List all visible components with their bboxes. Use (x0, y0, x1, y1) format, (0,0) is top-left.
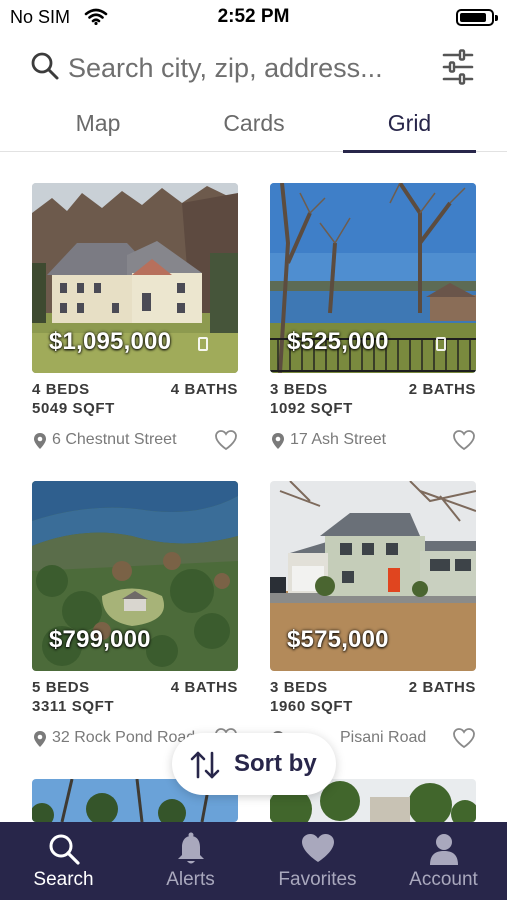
listing-address: Pisani Road (340, 729, 427, 746)
listing-beds: 4 BEDS (32, 381, 90, 398)
nav-account[interactable]: Account (380, 822, 507, 900)
listing-photo[interactable]: $575,000 (270, 481, 476, 671)
favorite-heart-icon[interactable] (452, 429, 476, 456)
listing-specs: 5 BEDS 4 BATHS 3311 SQFT (32, 679, 238, 721)
listing-address: 6 Chestnut Street (52, 431, 177, 448)
status-bar: No SIM 2:52 PM (0, 0, 507, 34)
location-pin-icon (33, 730, 47, 753)
battery-icon (456, 9, 498, 26)
search-bar (30, 45, 480, 91)
nav-search[interactable]: Search (0, 822, 127, 900)
listing-beds: 3 BEDS (270, 679, 328, 696)
tab-cards[interactable]: Cards (186, 110, 322, 152)
tab-grid[interactable]: Grid (343, 110, 476, 153)
heart-icon (301, 834, 334, 862)
sort-button[interactable]: Sort by (172, 733, 336, 795)
listing-baths: 2 BATHS (408, 679, 476, 696)
nav-account-label: Account (409, 869, 478, 890)
listing-beds: 5 BEDS (32, 679, 90, 696)
listing-address-row: 6 Chestnut Street (32, 429, 238, 455)
nav-favorites-label: Favorites (278, 869, 357, 890)
location-pin-icon (33, 432, 47, 455)
listing-price: $799,000 (49, 626, 151, 653)
listing-card[interactable]: $1,095,000 4 BEDS 4 BATHS 5049 SQFT 6 Ch… (32, 183, 238, 455)
location-pin-icon (271, 432, 285, 455)
search-icon (30, 51, 60, 86)
filter-icon[interactable] (442, 49, 474, 90)
listing-sqft: 3311 SQFT (32, 698, 115, 715)
listing-card[interactable]: $799,000 5 BEDS 4 BATHS 3311 SQFT 32 Roc… (32, 481, 238, 753)
bottom-nav: Search Alerts Favorites Account (0, 822, 507, 900)
bell-icon (177, 832, 204, 864)
listing-address: 17 Ash Street (290, 431, 387, 448)
listing-card[interactable]: $525,000 3 BEDS 2 BATHS 1092 SQFT 17 Ash… (270, 183, 476, 455)
view-tabs: Map Cards Grid (0, 104, 507, 153)
nav-alerts-label: Alerts (166, 869, 215, 890)
listing-photo[interactable]: $1,095,000 (32, 183, 238, 373)
listing-price: $525,000 (287, 328, 389, 355)
listing-specs: 3 BEDS 2 BATHS 1960 SQFT (270, 679, 476, 721)
tab-map[interactable]: Map (30, 110, 166, 152)
camera-icon (198, 337, 208, 351)
listing-photo[interactable]: $799,000 (32, 481, 238, 671)
favorite-heart-icon[interactable] (214, 429, 238, 456)
listing-baths: 2 BATHS (408, 381, 476, 398)
camera-icon (436, 337, 446, 351)
listing-specs: 3 BEDS 2 BATHS 1092 SQFT (270, 381, 476, 423)
listing-price: $1,095,000 (49, 328, 172, 355)
listing-card[interactable]: $575,000 3 BEDS 2 BATHS 1960 SQFT Pisani… (270, 481, 476, 753)
listing-price: $575,000 (287, 626, 389, 653)
listing-baths: 4 BATHS (170, 381, 238, 398)
listing-address-row: 17 Ash Street (270, 429, 476, 455)
listing-sqft: 1960 SQFT (270, 698, 353, 715)
listing-sqft: 5049 SQFT (32, 400, 115, 417)
nav-favorites[interactable]: Favorites (254, 822, 381, 900)
nav-search-label: Search (33, 869, 94, 890)
listing-sqft: 1092 SQFT (270, 400, 353, 417)
listing-photo[interactable]: $525,000 (270, 183, 476, 373)
clock: 2:52 PM (217, 6, 290, 27)
listing-baths: 4 BATHS (170, 679, 238, 696)
person-icon (429, 834, 458, 865)
favorite-heart-icon[interactable] (452, 727, 476, 754)
search-icon (49, 834, 80, 865)
nav-alerts[interactable]: Alerts (127, 822, 254, 900)
sort-button-label: Sort by (234, 750, 317, 777)
sort-arrows-icon (190, 751, 220, 779)
listing-beds: 3 BEDS (270, 381, 328, 398)
listing-specs: 4 BEDS 4 BATHS 5049 SQFT (32, 381, 238, 423)
search-input[interactable] (68, 49, 438, 87)
